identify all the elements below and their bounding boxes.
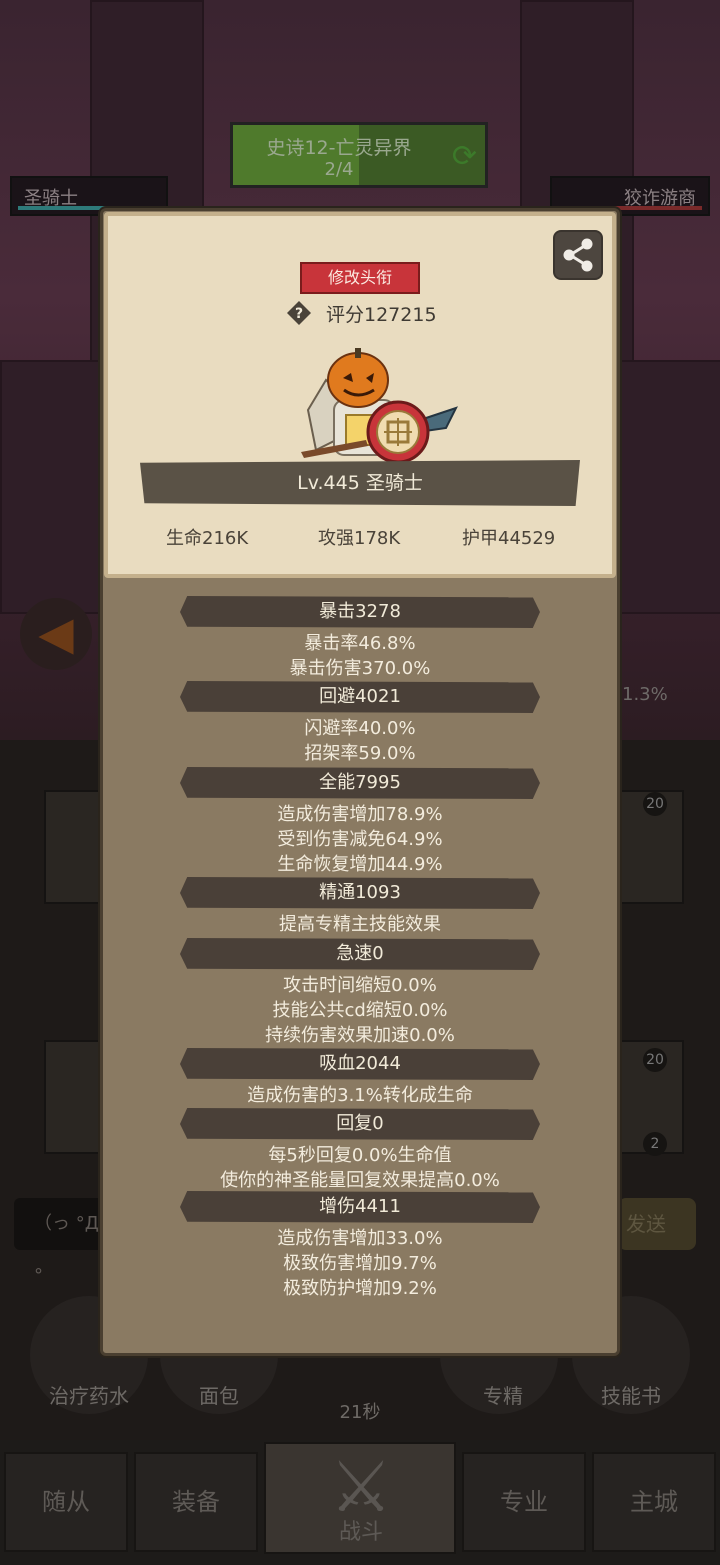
stat-header-lifesteal: 吸血2044 <box>180 1048 540 1080</box>
nav-tab-battle-label: 战斗 <box>338 1520 383 1545</box>
count-badge: 2 <box>643 1132 667 1156</box>
stat-armor: 护甲44529 <box>462 528 556 549</box>
stat-header-regen: 回复0 <box>180 1108 540 1140</box>
stage-name: 史诗12-亡灵异界 <box>266 137 412 159</box>
stat-header-avoidance: 回避4021 <box>180 681 540 713</box>
back-button[interactable]: ◀ <box>20 598 92 670</box>
item-label-mastery: 专精 <box>483 1384 523 1408</box>
item-label-skillbook: 技能书 <box>601 1384 661 1408</box>
chat-input[interactable]: （っ °Д ° <box>14 1198 106 1286</box>
stat-line: 技能公共cd缩短0.0% <box>272 1000 448 1021</box>
edit-title-button[interactable]: 修改头衔 <box>300 262 420 294</box>
stat-line: 使你的神圣能量回复效果提高0.0% <box>220 1170 500 1191</box>
hero-sprite <box>301 348 458 474</box>
stat-line: 造成伤害的3.1%转化成生命 <box>247 1085 473 1106</box>
item-label-bread: 面包 <box>199 1384 239 1408</box>
stat-line: 闪避率40.0% <box>304 718 416 739</box>
stage-progress-text: 2/4 <box>324 159 354 180</box>
stat-line: 招架率59.0% <box>304 743 416 764</box>
nav-tab-profession[interactable]: 专业 <box>462 1452 586 1552</box>
stat-header-mastery: 精通1093 <box>180 877 540 909</box>
stat-line: 每5秒回复0.0%生命值 <box>268 1145 452 1166</box>
score-text: 评分127215 <box>326 304 437 326</box>
stat-line: 暴击伤害370.0% <box>289 658 431 679</box>
stat-header-crit: 暴击3278 <box>180 596 540 628</box>
share-icon <box>563 238 593 272</box>
stat-line: 极致伤害增加9.7% <box>283 1253 437 1274</box>
stat-line: 造成伤害增加78.9% <box>277 804 443 825</box>
stat-line: 暴击率46.8% <box>304 633 416 654</box>
stat-header-haste: 急速0 <box>180 938 540 970</box>
svg-text:?: ? <box>295 306 303 322</box>
send-button[interactable]: 发送 <box>618 1198 696 1250</box>
refresh-icon[interactable]: ⟳ <box>452 139 477 174</box>
castle-wall <box>0 360 104 614</box>
stat-line: 造成伤害增加33.0% <box>277 1228 443 1249</box>
percent-text: 1.3% <box>622 684 668 705</box>
stat-line: 提高专精主技能效果 <box>279 914 441 935</box>
nav-tab-followers[interactable]: 随从 <box>4 1452 128 1552</box>
stat-line: 极致防护增加9.2% <box>283 1278 437 1299</box>
level-class-text: Lv.445 圣骑士 <box>297 472 423 494</box>
stat-health: 生命216K <box>166 528 249 549</box>
count-badge: 20 <box>643 1048 667 1072</box>
count-badge: 20 <box>643 792 667 816</box>
nav-tab-main-city[interactable]: 主城 <box>592 1452 716 1552</box>
item-label-potion: 治疗药水 <box>49 1384 129 1408</box>
stat-line: 生命恢复增加44.9% <box>277 854 443 875</box>
stat-line: 持续伤害效果加速0.0% <box>265 1025 455 1046</box>
nav-tab-equipment[interactable]: 装备 <box>134 1452 258 1552</box>
stat-line: 攻击时间缩短0.0% <box>283 975 437 996</box>
castle-wall <box>620 360 720 614</box>
stat-line: 受到伤害减免64.9% <box>277 829 443 850</box>
share-button[interactable] <box>555 232 601 278</box>
cooldown-timer: 21秒 <box>339 1402 381 1423</box>
help-icon[interactable]: ? <box>286 300 312 326</box>
stage-progress-bar[interactable]: 史诗12-亡灵异界 2/4 ⟳ <box>230 122 488 188</box>
stat-header-damage-bonus: 增伤4411 <box>180 1191 540 1223</box>
stat-header-versatility: 全能7995 <box>180 767 540 799</box>
stat-attack-power: 攻强178K <box>318 528 401 549</box>
